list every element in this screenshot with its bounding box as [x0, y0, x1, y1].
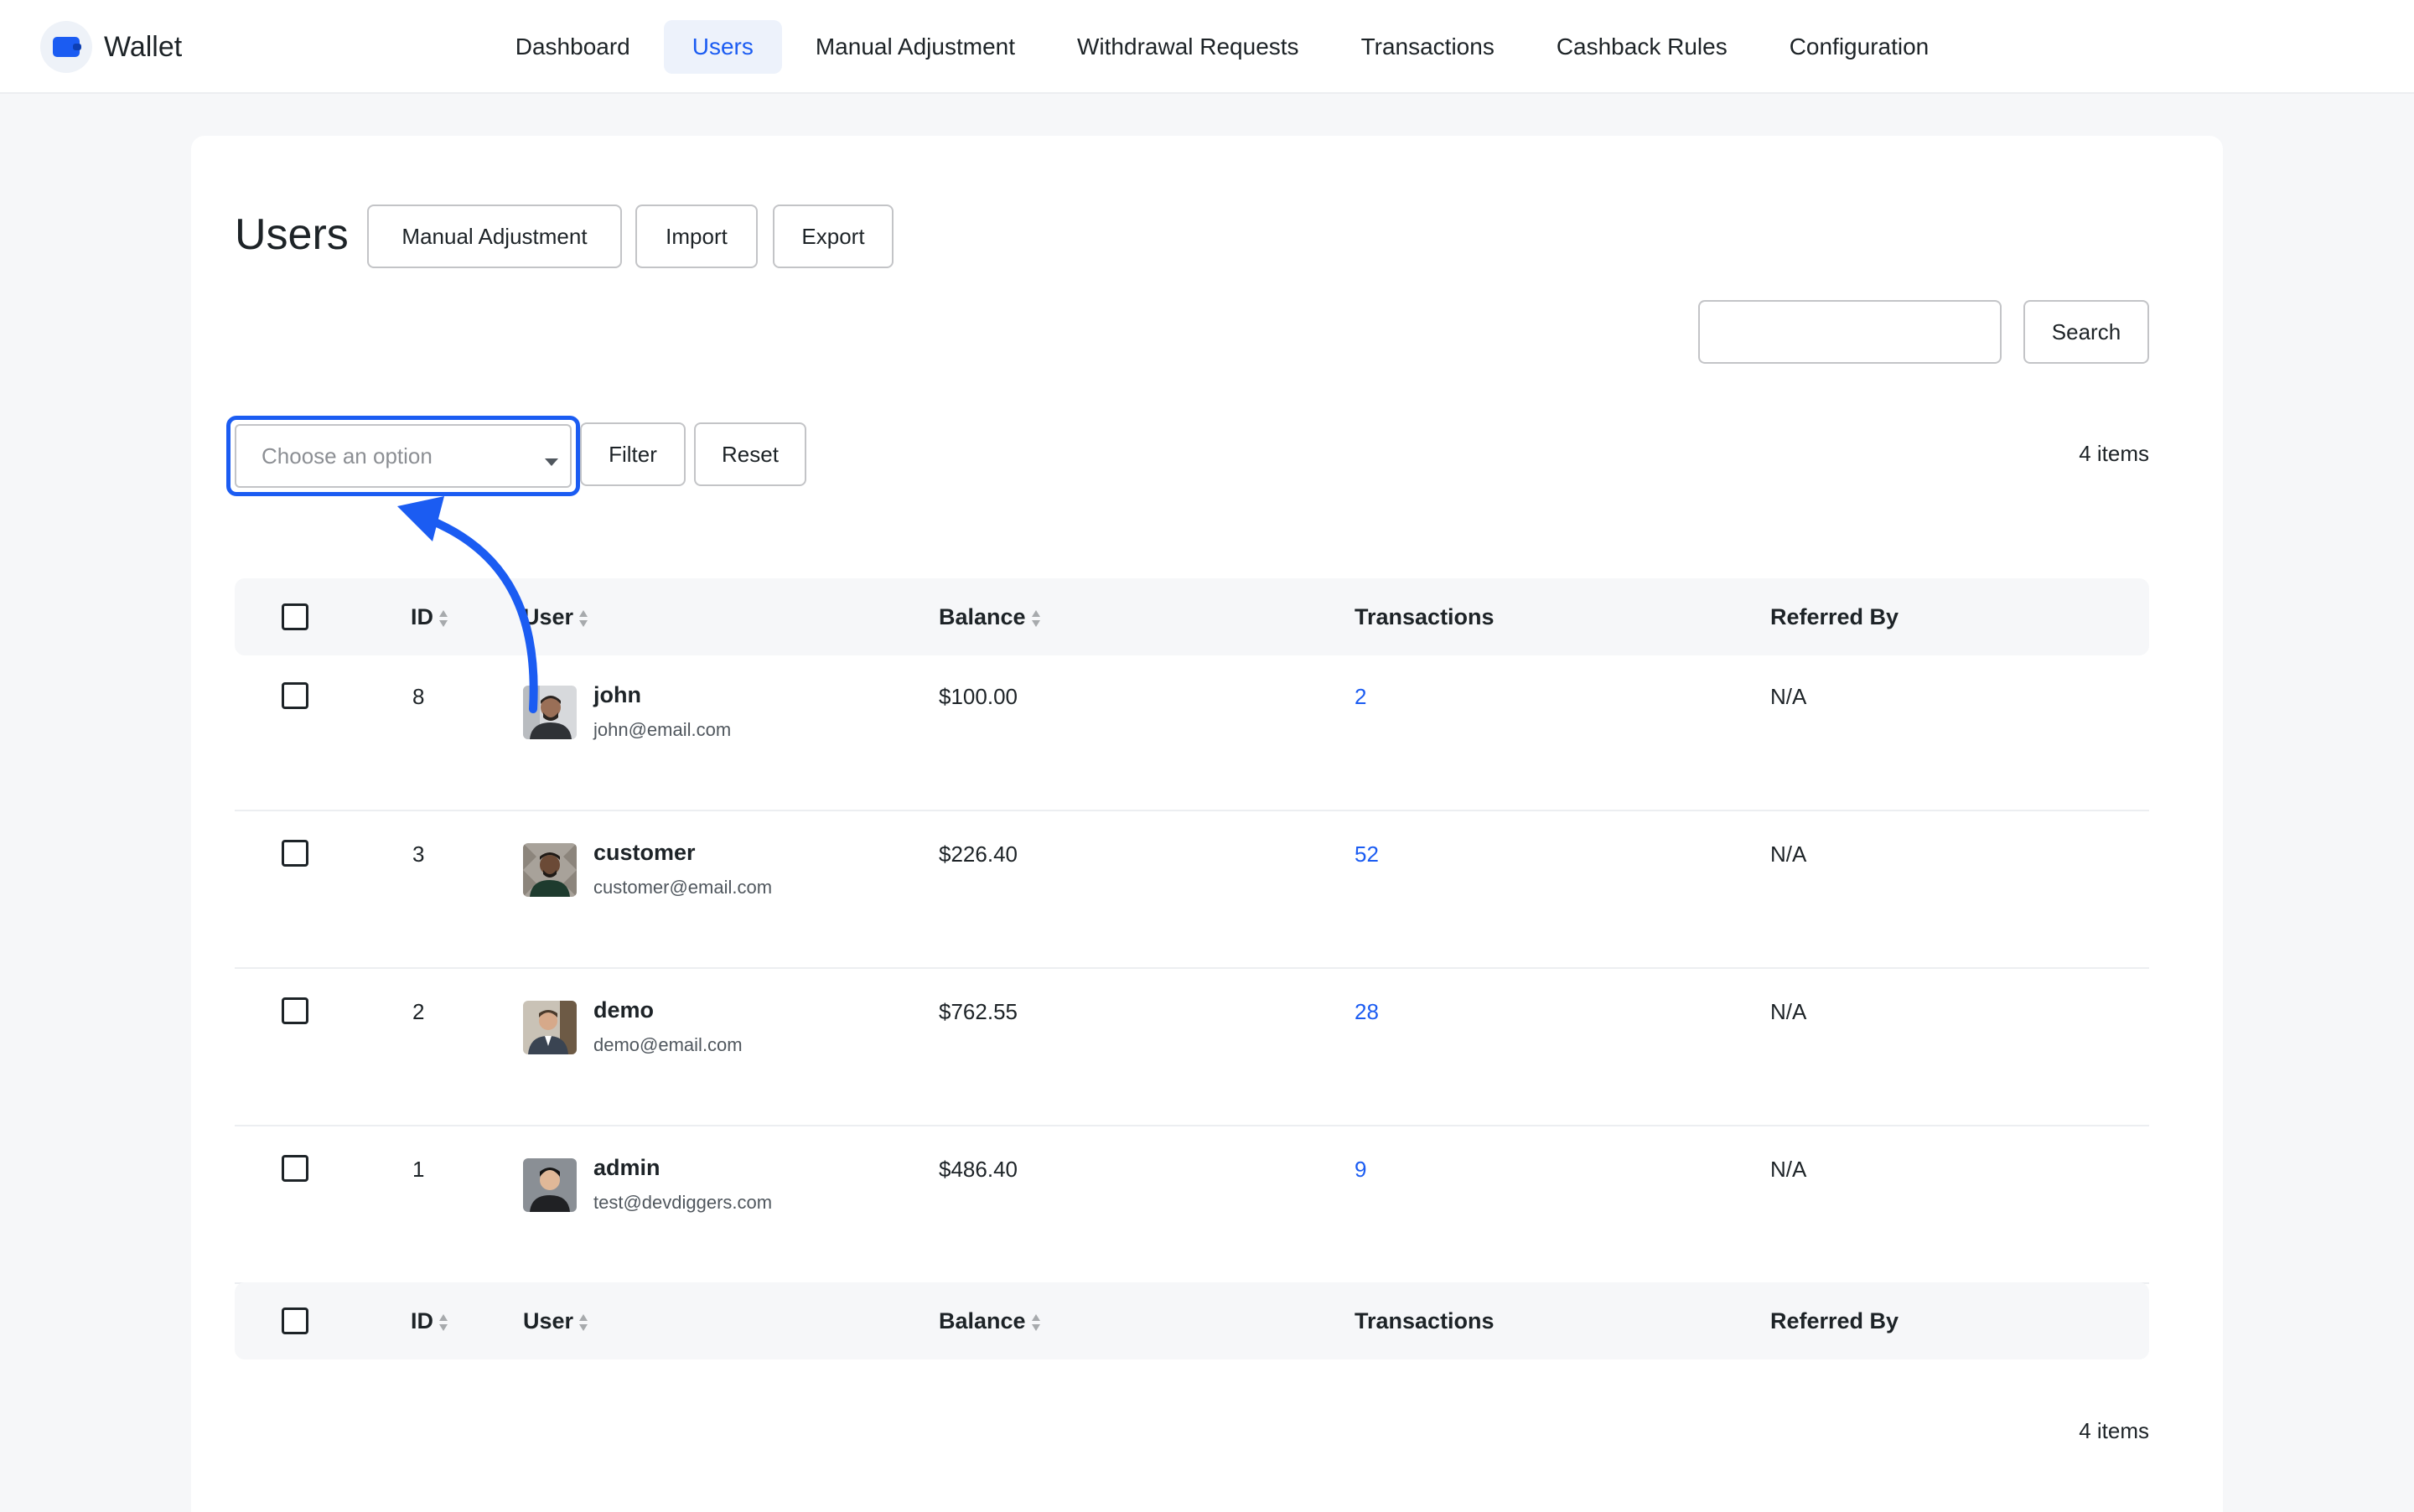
export-button[interactable]: Export	[773, 205, 894, 268]
user-email: test@devdiggers.com	[593, 1192, 773, 1213]
column-id[interactable]: ID	[411, 578, 448, 655]
user-avatar	[523, 843, 577, 897]
item-count-bottom: 4 items	[2079, 1418, 2149, 1443]
manual-adjustment-button[interactable]: Manual Adjustment	[367, 205, 622, 268]
user-email: demo@email.com	[593, 1034, 743, 1055]
main-nav: Dashboard Users Manual Adjustment Withdr…	[0, 20, 2414, 74]
user-email: customer@email.com	[593, 877, 773, 898]
row-referred-by: N/A	[1770, 684, 1807, 709]
row-id: 2	[412, 999, 425, 1024]
column-referred-by: Referred By	[1770, 604, 1899, 629]
user-avatar	[523, 686, 577, 739]
top-navigation-bar: Wallet Dashboard Users Manual Adjustment…	[0, 0, 2414, 94]
sort-icon	[1031, 608, 1041, 629]
row-balance: $100.00	[939, 684, 1018, 709]
column-balance[interactable]: Balance	[939, 578, 1041, 655]
search-button[interactable]: Search	[2023, 300, 2149, 364]
table-row: 1 admin test@devdiggers.com $486.40 9 N/…	[235, 1128, 2149, 1284]
item-count-top: 4 items	[2079, 441, 2149, 466]
row-transactions-link[interactable]: 52	[1355, 841, 1379, 867]
column-id-footer[interactable]: ID	[411, 1282, 448, 1359]
row-referred-by: N/A	[1770, 1157, 1807, 1182]
sort-icon	[438, 608, 448, 629]
column-balance-footer[interactable]: Balance	[939, 1282, 1041, 1359]
column-user-footer[interactable]: User	[523, 1282, 588, 1359]
row-id: 8	[412, 684, 425, 709]
chevron-down-icon	[545, 458, 558, 466]
users-card: Users Manual Adjustment Import Export Se…	[191, 136, 2223, 1512]
search-input[interactable]	[1698, 300, 2002, 364]
column-transactions: Transactions	[1355, 604, 1495, 629]
import-button[interactable]: Import	[635, 205, 758, 268]
user-name[interactable]: admin	[593, 1155, 660, 1181]
column-transactions-footer: Transactions	[1355, 1308, 1495, 1333]
nav-configuration[interactable]: Configuration	[1761, 20, 1958, 74]
select-all-checkbox[interactable]	[282, 603, 308, 630]
nav-dashboard[interactable]: Dashboard	[487, 20, 659, 74]
row-checkbox[interactable]	[282, 840, 308, 867]
column-referred-by-footer: Referred By	[1770, 1308, 1899, 1333]
table-row: 3 customer customer@email.com $226.40 52…	[235, 813, 2149, 969]
row-checkbox[interactable]	[282, 1155, 308, 1182]
user-email: john@email.com	[593, 719, 732, 740]
row-balance: $226.40	[939, 841, 1018, 867]
reset-button[interactable]: Reset	[694, 422, 806, 486]
filter-select-placeholder: Choose an option	[262, 443, 433, 469]
nav-withdrawal-requests[interactable]: Withdrawal Requests	[1049, 20, 1328, 74]
nav-cashback-rules[interactable]: Cashback Rules	[1528, 20, 1756, 74]
row-id: 3	[412, 841, 425, 867]
row-transactions-link[interactable]: 9	[1355, 1157, 1366, 1183]
table-row: 2 demo demo@email.com $762.55 28 N/A	[235, 971, 2149, 1126]
row-transactions-link[interactable]: 2	[1355, 684, 1366, 710]
user-name[interactable]: john	[593, 682, 641, 708]
row-referred-by: N/A	[1770, 999, 1807, 1024]
page-title: Users	[235, 210, 349, 259]
sort-icon	[438, 1312, 448, 1333]
row-balance: $486.40	[939, 1157, 1018, 1182]
row-referred-by: N/A	[1770, 841, 1807, 867]
table-row: 8 john john@email.com $100.00 2 N/A	[235, 655, 2149, 811]
filter-select-highlight: Choose an option	[226, 416, 580, 496]
user-avatar	[523, 1001, 577, 1054]
filter-select[interactable]: Choose an option	[235, 424, 572, 488]
row-balance: $762.55	[939, 999, 1018, 1024]
table-footer-header: ID User Balance Transactions Referred By	[235, 1282, 2149, 1359]
table-header: ID User Balance Transactions Referred By	[235, 578, 2149, 655]
nav-users[interactable]: Users	[663, 20, 782, 74]
row-transactions-link[interactable]: 28	[1355, 999, 1379, 1025]
nav-transactions[interactable]: Transactions	[1333, 20, 1523, 74]
sort-icon	[1031, 1312, 1041, 1333]
select-all-checkbox-footer[interactable]	[282, 1307, 308, 1334]
user-name[interactable]: demo	[593, 997, 654, 1023]
column-user[interactable]: User	[523, 578, 588, 655]
sort-icon	[578, 608, 588, 629]
row-checkbox[interactable]	[282, 997, 308, 1024]
sort-icon	[578, 1312, 588, 1333]
nav-manual-adjustment[interactable]: Manual Adjustment	[787, 20, 1044, 74]
filter-button[interactable]: Filter	[580, 422, 686, 486]
user-name[interactable]: customer	[593, 840, 696, 866]
row-id: 1	[412, 1157, 425, 1182]
row-checkbox[interactable]	[282, 682, 308, 709]
user-avatar	[523, 1158, 577, 1212]
